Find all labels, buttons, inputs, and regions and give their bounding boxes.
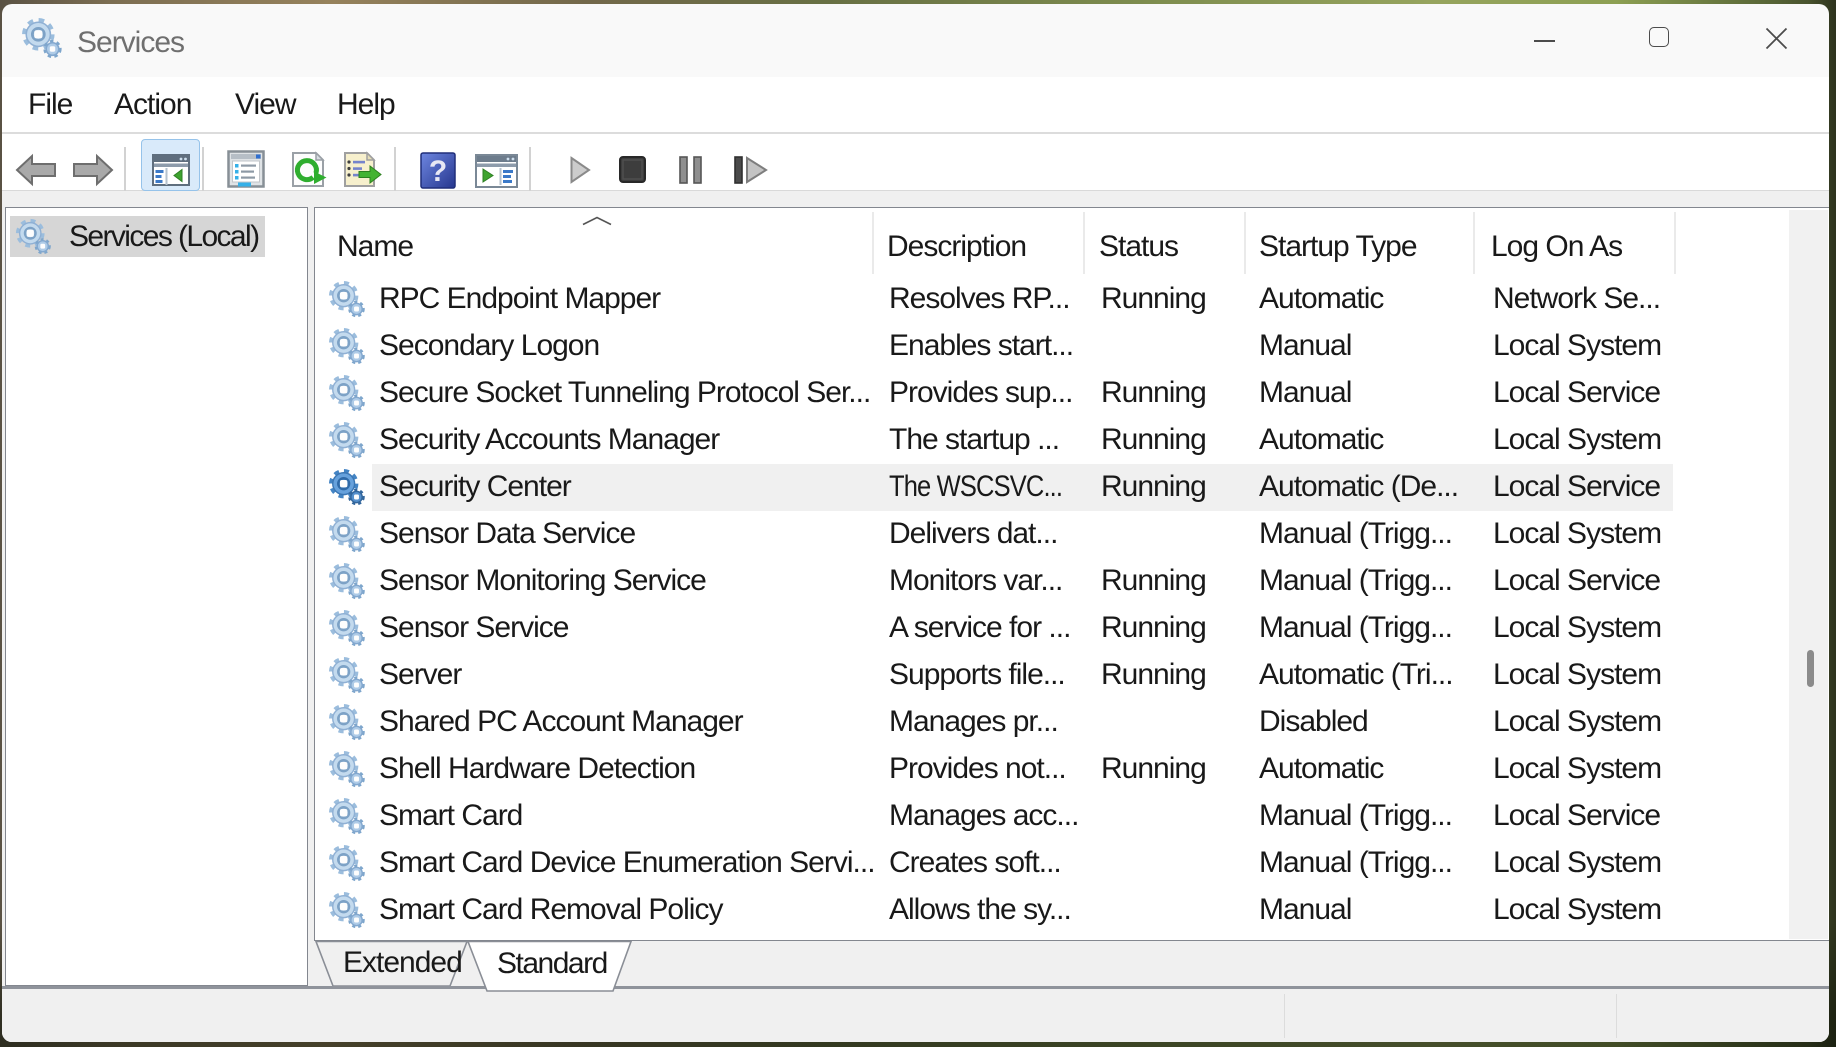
svg-text:?: ? <box>429 155 447 188</box>
